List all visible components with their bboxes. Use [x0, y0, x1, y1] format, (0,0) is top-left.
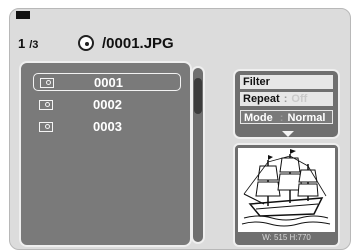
preview-image: [238, 148, 335, 232]
image-file-icon: [39, 122, 53, 132]
scrollbar[interactable]: [191, 66, 205, 244]
menu-item-filter[interactable]: Filter: [240, 75, 333, 89]
down-arrow-icon[interactable]: [282, 131, 294, 137]
mode-colon: :: [279, 112, 284, 124]
menu-item-repeat[interactable]: Repeat: Off: [240, 92, 333, 106]
mode-value: Normal: [287, 112, 326, 124]
file-name: 0001: [94, 75, 123, 90]
list-item-0002[interactable]: 0002: [33, 96, 181, 114]
menu-item-mode[interactable]: Mode : Normal: [240, 110, 333, 124]
file-list[interactable]: 0001 0002 0003: [19, 61, 192, 247]
current-index: 1: [18, 36, 26, 51]
current-path: /0001.JPG: [102, 35, 174, 52]
options-menu: Filter Repeat: Off Mode : Normal: [233, 69, 340, 139]
status-indicator: [16, 11, 30, 19]
list-item-0001[interactable]: 0001: [33, 73, 181, 91]
filter-label: Filter: [243, 76, 270, 88]
repeat-colon: :: [283, 93, 288, 105]
file-name: 0003: [93, 119, 122, 134]
image-dimensions: W: 515 H:770: [262, 233, 311, 242]
repeat-value: Off: [291, 93, 308, 105]
total-count: /3: [29, 39, 39, 51]
scrollbar-thumb[interactable]: [194, 78, 202, 114]
image-file-icon: [40, 78, 54, 88]
list-item-0003[interactable]: 0003: [33, 118, 181, 136]
disc-icon: [78, 35, 94, 51]
repeat-label: Repeat: [243, 93, 280, 105]
mode-label: Mode: [244, 112, 273, 124]
image-file-icon: [39, 100, 53, 110]
file-name: 0002: [93, 97, 122, 112]
image-preview: W: 515 H:770: [233, 143, 340, 247]
file-counter: 1/3: [18, 36, 38, 51]
